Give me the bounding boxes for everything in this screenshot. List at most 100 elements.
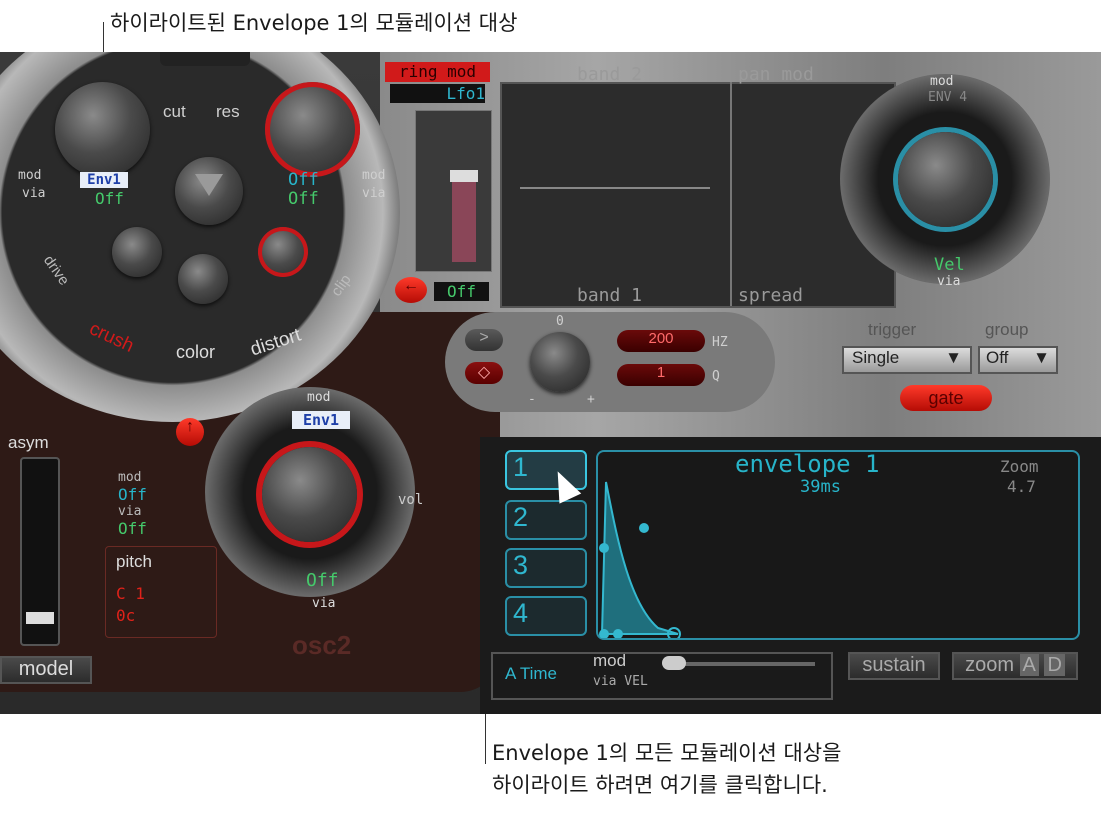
envelope-point[interactable] [639, 523, 649, 533]
model-button[interactable]: model [0, 656, 92, 684]
group-value: Off [986, 348, 1009, 367]
sustain-button[interactable]: sustain [848, 652, 940, 680]
pitch-label: pitch [116, 552, 152, 571]
pan-via-label: via [937, 274, 961, 289]
filter-left-mod-value[interactable]: Env1 [80, 172, 128, 188]
envelope-mod-slider[interactable] [665, 662, 815, 666]
osc2-side-mod-label: mod [118, 470, 142, 485]
osc2-volume-knob[interactable] [262, 447, 357, 542]
osc2-arrow-button[interactable]: ↑ [176, 418, 204, 446]
res-label: res [216, 102, 240, 121]
chevron-down-icon: ▼ [1033, 348, 1050, 367]
eq-plus-label: + [587, 392, 595, 407]
filter-right-via-label: via [362, 186, 386, 201]
band2-label: band 2 [577, 64, 643, 85]
filter-right-via-value[interactable]: Off [288, 189, 319, 209]
pan-via-value[interactable]: Vel [934, 255, 965, 275]
eq-knob[interactable] [530, 332, 590, 392]
osc2-side-mod-value[interactable]: Off [118, 485, 147, 504]
envelope-2-button[interactable]: 2 [505, 500, 587, 540]
filter-left-mod-label: mod [18, 168, 42, 183]
osc2-via-label: via [312, 596, 336, 611]
envelope-mod-label: mod [593, 651, 627, 670]
envelope-zoom-value: 4.7 [1007, 477, 1036, 496]
filter-right-mod-label: mod [362, 168, 386, 183]
chevron-down-icon: ▼ [945, 348, 962, 367]
gate-button[interactable]: gate [900, 385, 992, 411]
eq-zero-label: 0 [556, 314, 564, 329]
ring-source-value[interactable]: Lfo1 [390, 84, 485, 103]
pan-knob[interactable] [898, 132, 993, 227]
sculpture-synth-panel: cut res mod via Env1 Off Off Off mod via… [0, 52, 1101, 714]
osc2-via-value[interactable]: Off [306, 570, 339, 591]
a-time-label[interactable]: A Time [505, 664, 557, 684]
eq-q-unit: Q [712, 369, 720, 384]
osc2-label: osc2 [292, 630, 352, 660]
eq-q-value[interactable]: 1 [617, 364, 705, 386]
band-divider [730, 82, 732, 306]
arrow-down-icon [195, 174, 223, 196]
osc2-mod-label: mod [307, 390, 331, 405]
envelope-via-label: via VEL [593, 674, 648, 689]
ring-mod-label[interactable]: ring mod [385, 62, 490, 82]
trigger-value: Single [852, 348, 900, 367]
pitch-note-value[interactable]: C 1 [116, 584, 145, 603]
group-label: group [985, 320, 1029, 339]
pan-mod-label: pan mod [738, 64, 814, 85]
drive-knob[interactable] [112, 227, 162, 277]
envelope-point[interactable] [599, 543, 609, 553]
ring-link-button[interactable]: ← [395, 277, 427, 303]
osc2-side-via-label: via [118, 504, 142, 519]
envelope-2-label: 2 [513, 502, 529, 532]
trigger-label: trigger [868, 320, 917, 339]
ring-slider-fill [452, 177, 476, 262]
callout-bottom-line1: Envelope 1의 모든 모듈레이션 대상을 [492, 741, 842, 765]
eq-toggle-top[interactable]: > [465, 329, 503, 351]
eq-freq-unit: HZ [712, 335, 728, 350]
spread-label: spread [738, 285, 804, 306]
eq-minus-label: - [528, 392, 536, 407]
envelope-4-label: 4 [513, 598, 529, 628]
band-curve [520, 187, 710, 189]
envelope-3-button[interactable]: 3 [505, 548, 587, 588]
envelope-1-label: 1 [513, 452, 529, 482]
envelope-3-label: 3 [513, 550, 529, 580]
trigger-select[interactable]: Single ▼ [842, 346, 972, 374]
osc2-side-via-value[interactable]: Off [118, 519, 147, 538]
envelope-mod-handle[interactable] [662, 656, 686, 670]
color-knob[interactable] [178, 254, 228, 304]
pitch-cents-value[interactable]: 0c [116, 606, 135, 625]
envelope-4-button[interactable]: 4 [505, 596, 587, 636]
asym-label: asym [8, 433, 49, 452]
zoom-button[interactable]: zoom A D [952, 652, 1078, 680]
pan-mod-label-small: mod [930, 74, 954, 89]
ring-slider-handle[interactable] [450, 170, 478, 182]
filter-left-via-label: via [22, 186, 46, 201]
filter-mode-tabs[interactable] [160, 52, 250, 66]
pan-mod-value[interactable]: ENV 4 [928, 90, 967, 105]
filter-right-mod-value[interactable]: Off [288, 170, 319, 190]
color-label: color [176, 342, 216, 362]
band1-label: band 1 [577, 285, 643, 306]
osc2-mod-value[interactable]: Env1 [292, 411, 350, 429]
clip-knob[interactable] [258, 227, 308, 277]
resonance-knob[interactable] [265, 82, 360, 177]
envelope-title: envelope 1 [735, 450, 880, 478]
envelope-time: 39ms [800, 477, 841, 497]
eq-freq-value[interactable]: 200 [617, 330, 705, 352]
zoom-a-button[interactable]: A [1019, 654, 1039, 676]
cutoff-knob[interactable] [55, 82, 150, 177]
asym-slider-handle[interactable] [26, 612, 54, 624]
group-select[interactable]: Off ▼ [978, 346, 1058, 374]
ring-value[interactable]: Off [434, 282, 489, 301]
callout-bottom-line2: 하이라이트 하려면 여기를 클릭합니다. [492, 773, 828, 797]
band-display[interactable] [500, 82, 896, 308]
zoom-label: zoom [965, 654, 1014, 676]
osc2-vol-label: vol [398, 492, 424, 508]
cut-label: cut [163, 102, 186, 121]
filter-left-via-value[interactable]: Off [95, 189, 124, 208]
callout-top: 하이라이트된 Envelope 1의 모듈레이션 대상 [110, 11, 518, 35]
eq-toggle-bottom[interactable]: ◇ [465, 362, 503, 384]
zoom-d-button[interactable]: D [1044, 654, 1065, 676]
envelope-zoom-label: Zoom [1000, 457, 1039, 476]
